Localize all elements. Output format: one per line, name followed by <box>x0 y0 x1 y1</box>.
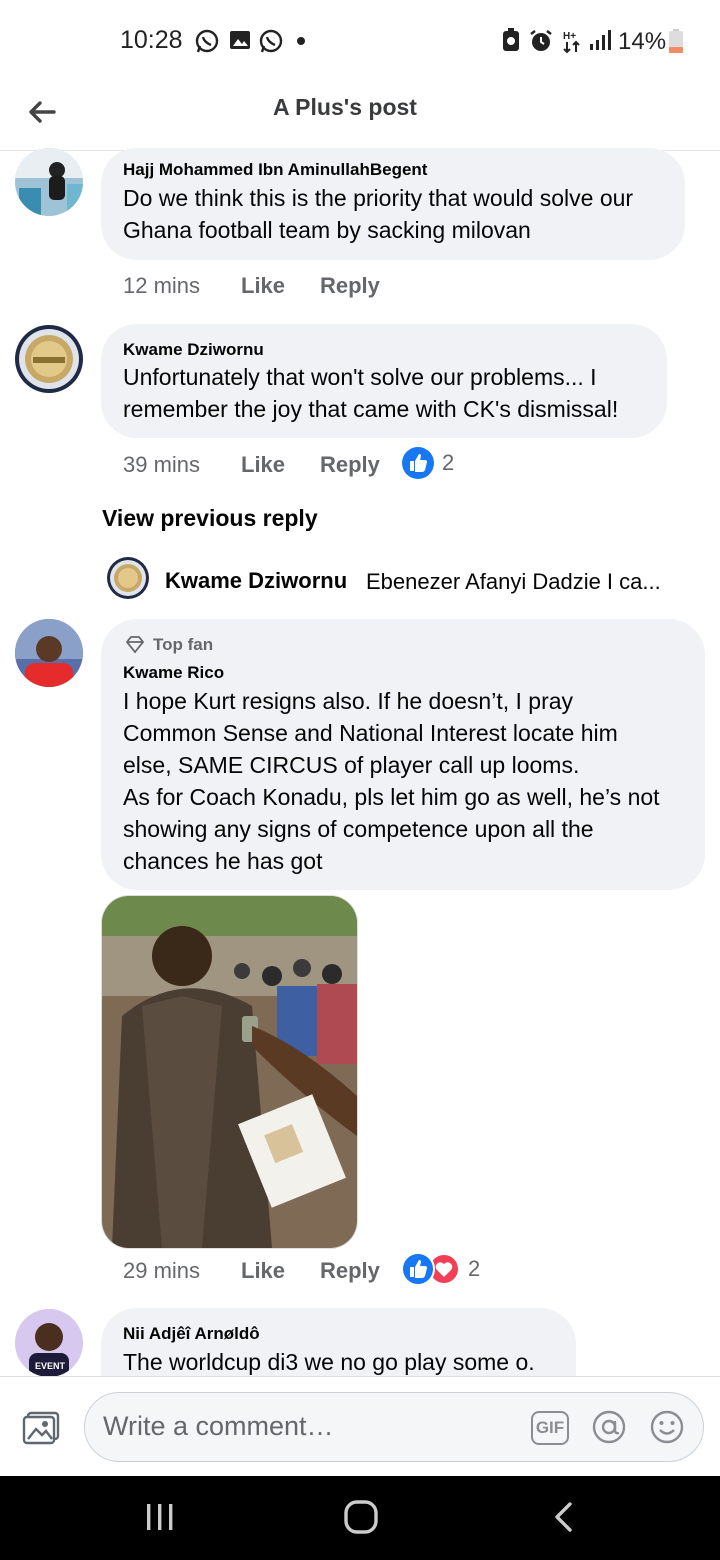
comment-time: 29 mins <box>123 1258 201 1283</box>
like-button[interactable]: Like <box>241 452 285 478</box>
back-nav-icon[interactable] <box>550 1500 576 1534</box>
home-icon[interactable] <box>342 1498 380 1536</box>
dot-icon <box>297 37 305 45</box>
reply-button[interactable]: Reply <box>320 273 380 299</box>
like-love-reaction-icons <box>401 1252 460 1286</box>
whatsapp-icon <box>195 29 219 53</box>
whatsapp-icon <box>259 29 283 53</box>
comment-author[interactable]: Kwame Dziwornu <box>123 340 264 360</box>
reaction-summary[interactable]: 2 <box>401 1252 480 1286</box>
reply-preview-author[interactable]: Kwame Dziwornu <box>165 568 347 594</box>
avatar[interactable] <box>15 325 83 393</box>
comment-time: 12 mins <box>123 273 201 298</box>
mention-icon[interactable] <box>591 1409 627 1445</box>
comment-bubble[interactable]: Kwame Dziwornu Unfortunately that won't … <box>101 324 667 438</box>
reply-button[interactable]: Reply <box>320 452 380 478</box>
top-fan-badge: Top fan <box>125 635 213 655</box>
comment-author[interactable]: Hajj Mohammed Ibn AminullahBegent <box>123 160 427 180</box>
avatar[interactable] <box>15 148 83 216</box>
comment-photo[interactable] <box>101 895 358 1249</box>
comment-text: Do we think this is the priority that wo… <box>123 185 634 243</box>
like-button[interactable]: Like <box>241 1258 285 1284</box>
reaction-summary[interactable]: 2 <box>401 446 454 480</box>
post-header: A Plus's post <box>0 80 720 151</box>
reaction-count: 2 <box>442 450 455 475</box>
avatar[interactable]: EVENT <box>15 1309 83 1377</box>
like-button[interactable]: Like <box>241 273 285 299</box>
comment-author[interactable]: Kwame Rico <box>123 663 224 683</box>
battery-percent: 14% <box>618 28 667 55</box>
avatar[interactable] <box>15 619 83 687</box>
reply-preview-text[interactable]: Ebenezer Afanyi Dadzie I ca... <box>366 569 661 595</box>
comment-composer: Write a comment… GIF <box>0 1376 720 1477</box>
view-previous-reply-link[interactable]: View previous reply <box>102 505 318 532</box>
comment-text: I hope Kurt resigns also. If he doesn’t,… <box>123 688 660 874</box>
data-icon: H+ <box>563 31 580 54</box>
comment-input-placeholder: Write a comment… <box>103 1411 334 1441</box>
signal-icon <box>590 30 611 50</box>
diamond-icon <box>125 636 145 654</box>
gallery-icon <box>230 31 250 49</box>
clock: 10:28 <box>120 26 183 54</box>
photo-icon[interactable] <box>22 1411 60 1445</box>
alarm-icon <box>530 30 552 51</box>
system-navigation-bar <box>0 1476 720 1560</box>
comment-author[interactable]: Nii Adjêî Arnøldô <box>123 1324 260 1344</box>
emoji-icon[interactable] <box>649 1409 685 1445</box>
avatar[interactable] <box>107 557 149 599</box>
recent-apps-icon[interactable] <box>144 1500 176 1534</box>
comment-text: Unfortunately that won't solve our probl… <box>123 364 619 422</box>
svg-text:H+: H+ <box>563 31 576 42</box>
reaction-count: 2 <box>468 1256 481 1281</box>
reply-button[interactable]: Reply <box>320 1258 380 1284</box>
comment-bubble[interactable]: Top fan Kwame Rico I hope Kurt resigns a… <box>101 619 705 890</box>
comment-bubble[interactable]: Hajj Mohammed Ibn AminullahBegent Do we … <box>101 148 685 260</box>
like-reaction-icon <box>402 447 434 479</box>
comment-time: 39 mins <box>123 452 201 477</box>
page-title: A Plus's post <box>273 94 417 120</box>
avatar-shirt-text: EVENT <box>35 1361 66 1371</box>
comment-input[interactable]: Write a comment… GIF <box>84 1392 704 1462</box>
gif-button[interactable]: GIF <box>531 1411 569 1445</box>
battery-icon <box>669 29 683 53</box>
status-bar: 10:28 H+ 14% <box>0 0 720 80</box>
battery-saver-icon <box>503 28 519 51</box>
comment-text: The worldcup di3 we no go play some o. <box>123 1349 535 1375</box>
